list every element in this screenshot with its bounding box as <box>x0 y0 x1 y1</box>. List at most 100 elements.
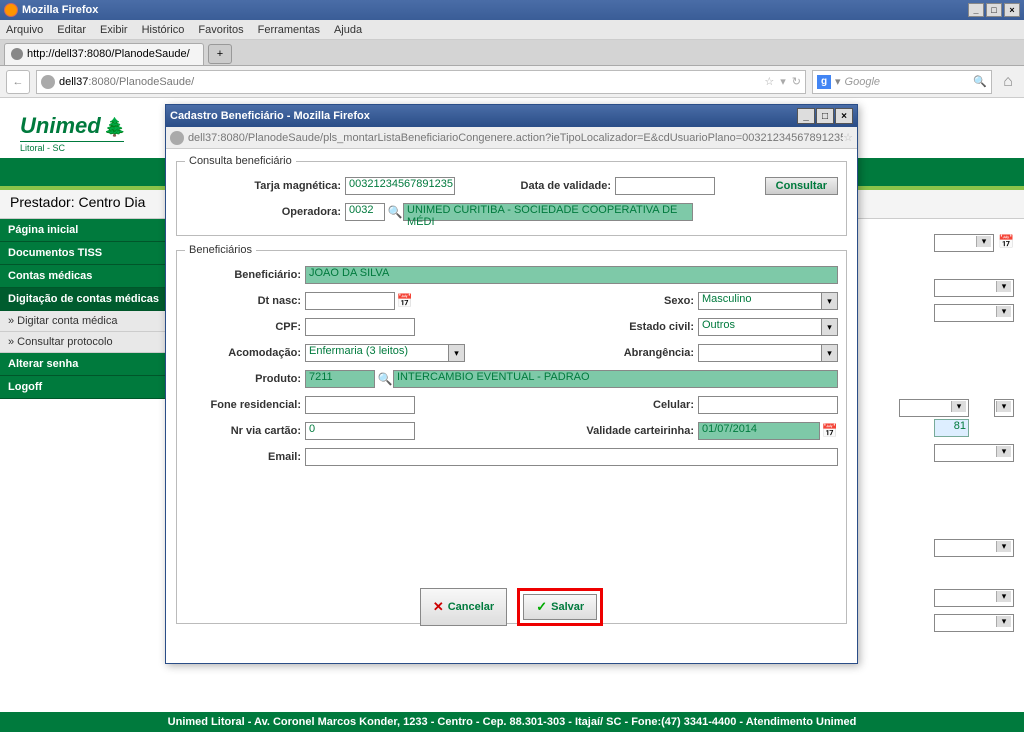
bg-field[interactable] <box>934 539 1014 557</box>
celular-input[interactable] <box>698 396 838 414</box>
beneficiario-label: Beneficiário: <box>185 269 305 281</box>
back-button[interactable]: ← <box>6 70 30 94</box>
x-icon: ✕ <box>433 599 444 615</box>
bg-field[interactable] <box>934 444 1014 462</box>
globe-icon <box>170 131 184 145</box>
search-icon[interactable]: 🔍 <box>387 205 403 219</box>
acomodacao-label: Acomodação: <box>185 347 305 359</box>
produto-code-input[interactable]: 7211 <box>305 370 375 388</box>
popup-url-text: dell37:8080/PlanodeSaude/pls_montarLista… <box>188 132 843 144</box>
main-title-bar: Mozilla Firefox _ □ × <box>0 0 1024 20</box>
sidebar-item-contas[interactable]: Contas médicas <box>0 265 185 288</box>
bg-field[interactable] <box>899 399 969 417</box>
search-dropdown-icon[interactable]: ▾ <box>835 75 841 88</box>
nrvia-label: Nr via cartão: <box>185 425 305 437</box>
calendar-icon[interactable]: 📅 <box>998 234 1014 250</box>
firefox-icon <box>4 3 18 17</box>
logo: Unimed 🌲 Litoral - SC <box>20 113 124 153</box>
cancel-button[interactable]: ✕ Cancelar <box>420 588 507 626</box>
sidebar-sub-consultar[interactable]: » Consultar protocolo <box>0 332 185 353</box>
browser-tab[interactable]: http://dell37:8080/PlanodeSaude/ <box>4 43 204 65</box>
globe-icon <box>11 48 23 60</box>
cpf-input[interactable] <box>305 318 415 336</box>
url-bar[interactable]: dell37:8080/PlanodeSaude/ ☆ ▾ ↻ <box>36 70 806 94</box>
email-label: Email: <box>185 451 305 463</box>
save-label: Salvar <box>551 601 584 613</box>
menu-ferramentas[interactable]: Ferramentas <box>258 24 320 36</box>
sidebar-item-tiss[interactable]: Documentos TISS <box>0 242 185 265</box>
calendar-icon[interactable]: 📅 <box>397 293 413 309</box>
menu-ajuda[interactable]: Ajuda <box>334 24 362 36</box>
abrangencia-select[interactable] <box>698 344 838 362</box>
tree-icon: 🌲 <box>104 117 124 137</box>
cpf-label: CPF: <box>185 321 305 333</box>
foneres-label: Fone residencial: <box>185 399 305 411</box>
menu-favoritos[interactable]: Favoritos <box>198 24 243 36</box>
validade-input[interactable] <box>615 177 715 195</box>
operadora-name: UNIMED CURITIBA - SOCIEDADE COOPERATIVA … <box>403 203 693 221</box>
bg-field[interactable] <box>934 304 1014 322</box>
google-icon: g <box>817 75 831 89</box>
popup-close-button[interactable]: × <box>835 108 853 124</box>
beneficiarios-legend: Beneficiários <box>185 244 256 256</box>
produto-label: Produto: <box>185 373 305 385</box>
search-box[interactable]: g ▾ Google 🔍 <box>812 70 992 94</box>
maximize-button[interactable]: □ <box>986 3 1002 17</box>
beneficiario-input[interactable]: JOAO DA SILVA <box>305 266 838 284</box>
tarja-input[interactable]: 00321234567891235 <box>345 177 455 195</box>
popup-url-bar[interactable]: dell37:8080/PlanodeSaude/pls_montarLista… <box>166 127 857 149</box>
menu-arquivo[interactable]: Arquivo <box>6 24 43 36</box>
popup-maximize-button[interactable]: □ <box>816 108 834 124</box>
sidebar: Página inicial Documentos TISS Contas mé… <box>0 219 185 399</box>
cancel-label: Cancelar <box>448 601 494 613</box>
sidebar-item-digitacao[interactable]: Digitação de contas médicas <box>0 288 185 311</box>
bg-field[interactable] <box>934 279 1014 297</box>
sexo-select[interactable]: Masculino <box>698 292 838 310</box>
popup-title: Cadastro Beneficiário - Mozilla Firefox <box>170 110 370 122</box>
save-button[interactable]: ✓ Salvar <box>523 594 597 620</box>
home-button[interactable]: ⌂ <box>998 72 1018 92</box>
save-highlight: ✓ Salvar <box>517 588 603 626</box>
bg-field-81[interactable]: 81 <box>934 419 969 437</box>
minimize-button[interactable]: _ <box>968 3 984 17</box>
valcart-input[interactable]: 01/07/2014 <box>698 422 820 440</box>
footer: Unimed Litoral - Av. Coronel Marcos Kond… <box>0 712 1024 732</box>
star-icon[interactable]: ☆ <box>764 75 774 88</box>
validade-label: Data de validade: <box>455 180 615 192</box>
search-icon[interactable]: 🔍 <box>377 372 393 386</box>
dropdown-icon[interactable]: ▾ <box>780 75 786 88</box>
dtnasc-input[interactable] <box>305 292 395 310</box>
menu-bar: Arquivo Editar Exibir Histórico Favorito… <box>0 20 1024 40</box>
nrvia-input[interactable]: 0 <box>305 422 415 440</box>
sidebar-item-logoff[interactable]: Logoff <box>0 376 185 399</box>
menu-editar[interactable]: Editar <box>57 24 86 36</box>
bg-field[interactable] <box>934 234 994 252</box>
star-icon[interactable]: ☆ <box>843 131 853 144</box>
popup-minimize-button[interactable]: _ <box>797 108 815 124</box>
operadora-code-input[interactable]: 0032 <box>345 203 385 221</box>
check-icon: ✓ <box>536 599 547 615</box>
foneres-input[interactable] <box>305 396 415 414</box>
email-input[interactable] <box>305 448 838 466</box>
reload-icon[interactable]: ↻ <box>792 75 801 88</box>
close-button[interactable]: × <box>1004 3 1020 17</box>
calendar-icon[interactable]: 📅 <box>822 423 838 439</box>
bg-field[interactable] <box>934 589 1014 607</box>
estadocivil-select[interactable]: Outros <box>698 318 838 336</box>
menu-historico[interactable]: Histórico <box>142 24 185 36</box>
consulta-legend: Consulta beneficiário <box>185 155 296 167</box>
bg-field[interactable] <box>994 399 1014 417</box>
nav-bar: ← dell37:8080/PlanodeSaude/ ☆ ▾ ↻ g ▾ Go… <box>0 66 1024 98</box>
sidebar-item-inicial[interactable]: Página inicial <box>0 219 185 242</box>
sidebar-sub-digitar[interactable]: » Digitar conta médica <box>0 311 185 332</box>
sidebar-item-senha[interactable]: Alterar senha <box>0 353 185 376</box>
acomodacao-select[interactable]: Enfermaria (3 leitos) <box>305 344 465 362</box>
tab-label: http://dell37:8080/PlanodeSaude/ <box>27 48 190 60</box>
new-tab-button[interactable]: + <box>208 44 232 64</box>
search-icon[interactable]: 🔍 <box>973 75 987 88</box>
menu-exibir[interactable]: Exibir <box>100 24 128 36</box>
popup-window: Cadastro Beneficiário - Mozilla Firefox … <box>165 104 858 664</box>
bg-field[interactable] <box>934 614 1014 632</box>
operadora-label: Operadora: <box>185 206 345 218</box>
consultar-button[interactable]: Consultar <box>765 177 838 195</box>
